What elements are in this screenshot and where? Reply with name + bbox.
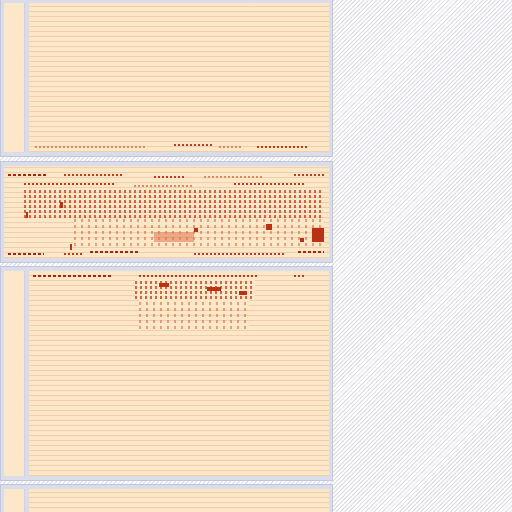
code-token	[159, 283, 169, 287]
code-line	[134, 185, 194, 187]
code-token	[60, 202, 63, 208]
code-block	[139, 299, 249, 329]
code-line	[294, 275, 306, 277]
code-block	[74, 218, 324, 246]
code-token	[300, 238, 304, 242]
line-number-gutter	[4, 489, 25, 512]
code-text-area[interactable]	[29, 489, 329, 512]
code-block	[135, 279, 255, 299]
code-line	[33, 275, 113, 277]
code-line	[8, 253, 44, 255]
code-line	[194, 253, 284, 255]
code-token	[194, 228, 198, 232]
code-line	[139, 275, 259, 277]
code-line	[257, 146, 309, 148]
code-text-area[interactable]	[29, 271, 329, 476]
code-token	[266, 224, 272, 230]
code-line	[234, 183, 304, 185]
code-panel-2[interactable]	[0, 161, 333, 263]
code-text-area[interactable]	[29, 3, 329, 152]
code-text-area[interactable]	[4, 166, 329, 258]
code-line	[154, 176, 184, 178]
code-line	[298, 251, 324, 253]
code-line	[204, 176, 264, 178]
code-line	[24, 183, 114, 185]
code-line	[219, 146, 241, 148]
code-token	[312, 228, 324, 242]
code-token	[239, 291, 247, 295]
line-number-gutter	[4, 3, 25, 152]
code-panel-4[interactable]	[0, 484, 333, 512]
code-line	[64, 174, 124, 176]
code-line	[174, 144, 214, 146]
code-block	[24, 188, 324, 218]
code-token	[70, 244, 72, 250]
code-line	[294, 174, 324, 176]
code-line	[35, 146, 145, 148]
code-line	[8, 174, 48, 176]
code-line	[90, 251, 140, 253]
code-token	[207, 287, 221, 291]
code-line	[64, 253, 84, 255]
code-token	[154, 232, 194, 242]
desktop-background	[333, 0, 512, 512]
code-token	[26, 212, 28, 218]
code-panel-1[interactable]	[0, 0, 333, 157]
code-panel-3[interactable]	[0, 266, 333, 481]
line-number-gutter	[4, 271, 25, 476]
